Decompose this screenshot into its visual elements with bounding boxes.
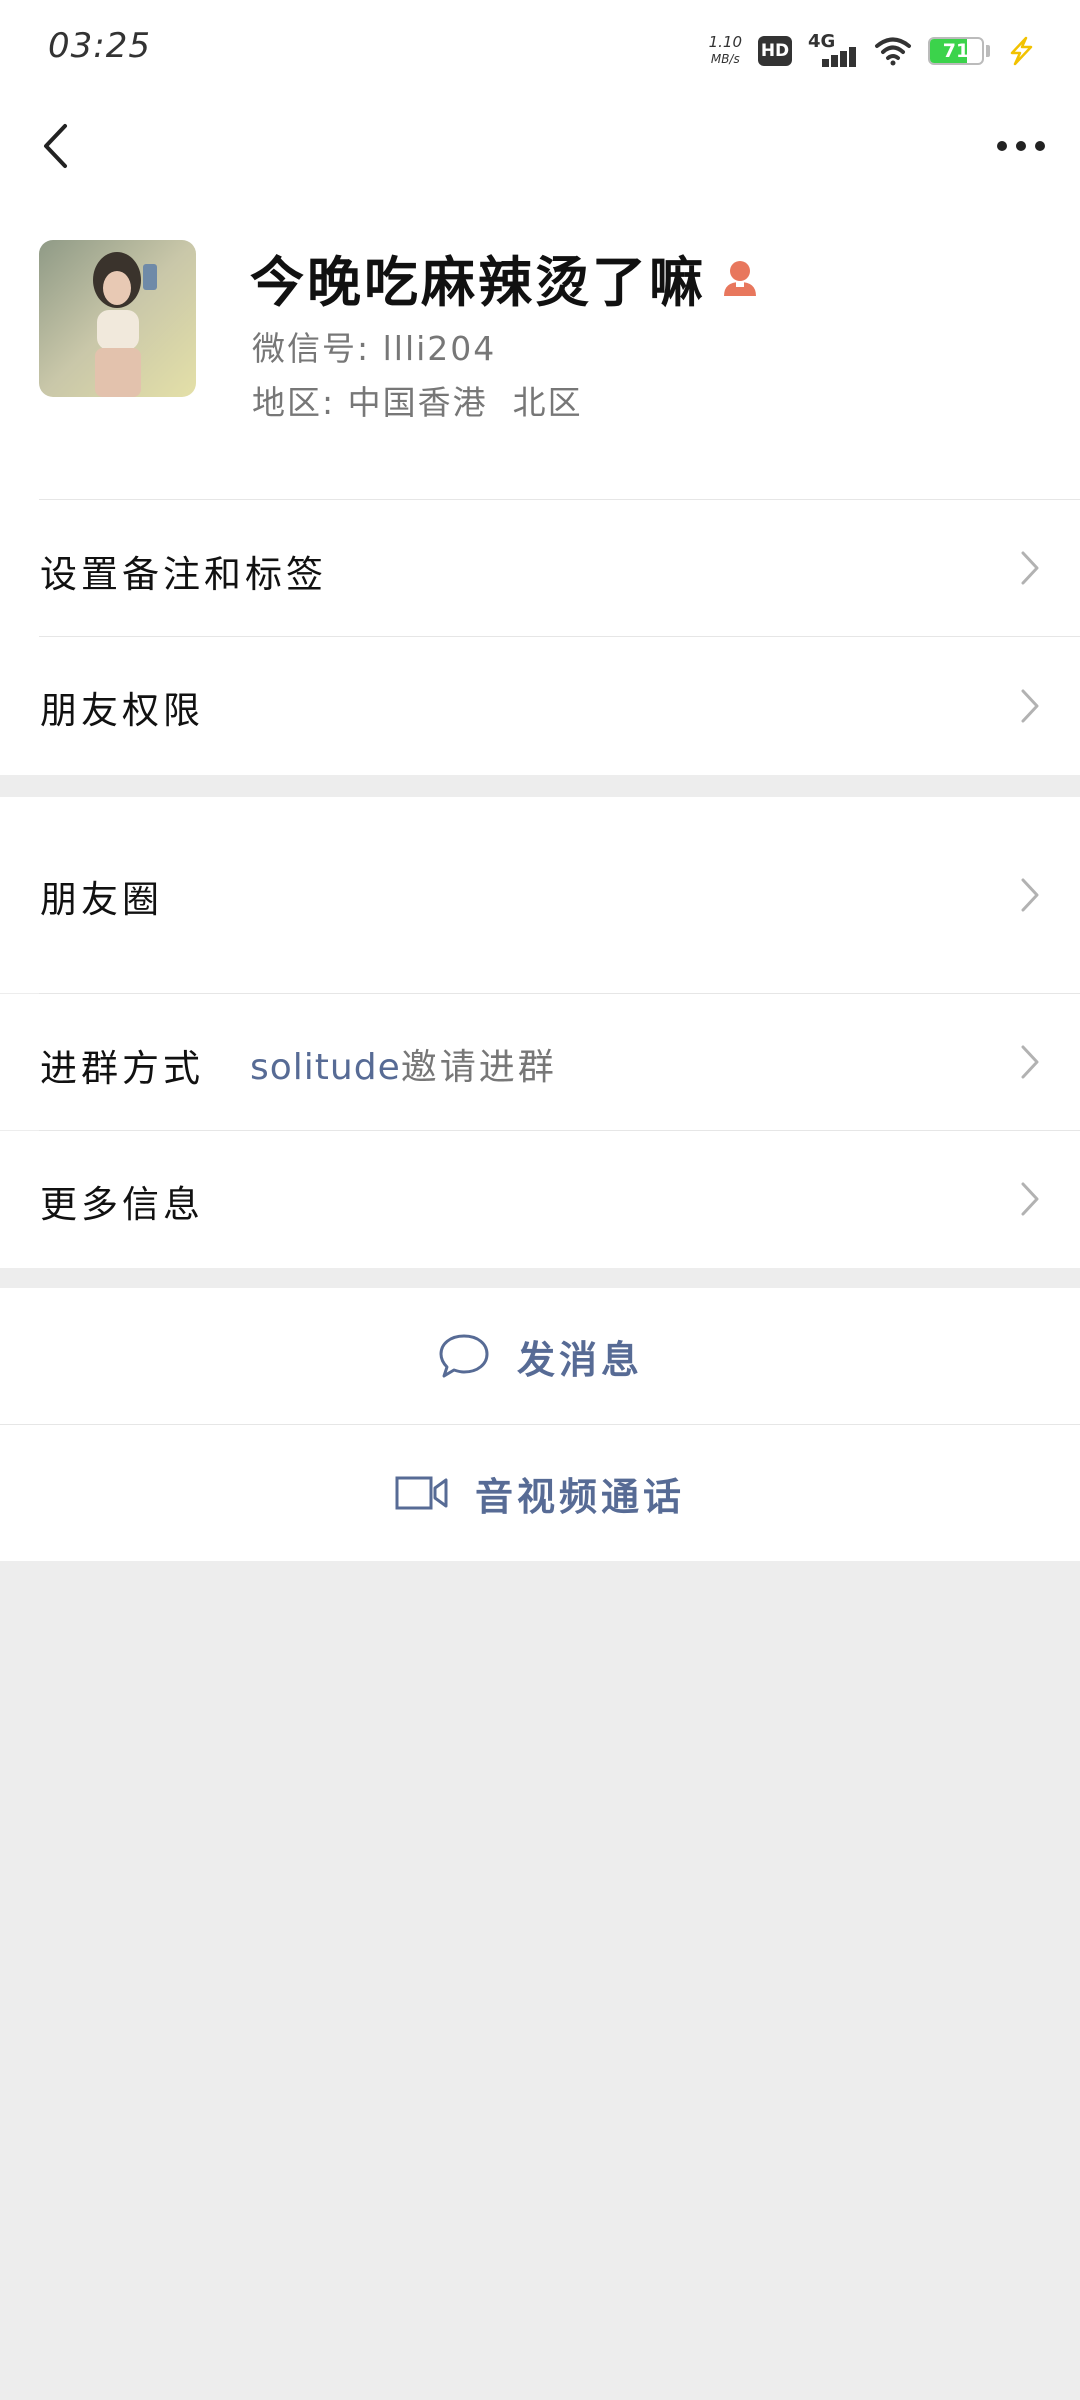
chevron-right-icon [1021,1182,1039,1216]
contact-profile-page: 03:25 1.10 MB/s HD 4G 71 今晚吃麻辣烫了嘛 微信号: l… [0,0,1080,2400]
friend-permissions-label: 朋友权限 [40,689,204,732]
charging-icon [1010,36,1033,66]
status-icons: 1.10 MB/s HD 4G 71 [709,30,1036,72]
av-call-label: 音视频通话 [474,1474,685,1519]
more-button[interactable] [986,118,1056,174]
profile-name: 今晚吃麻辣烫了嘛 [250,251,706,314]
remark-and-tags-label: 设置备注和标签 [40,553,327,596]
network-type-label: 4G [808,31,836,52]
network-speed-unit: MB/s [710,52,740,66]
wifi-icon [875,37,911,66]
join-method-label: 进群方式 [40,1047,204,1090]
chat-bubble-icon [439,1334,489,1378]
av-call-button[interactable]: 音视频通话 [0,1425,1080,1561]
video-camera-icon [395,1476,448,1510]
back-chevron-icon [44,124,67,168]
back-button[interactable] [28,118,84,174]
network-speed-value: 1.10 [708,33,742,51]
moments-row[interactable]: 朋友圈 [0,797,1080,993]
hd-icon: HD [758,36,792,66]
avatar-photo [39,240,196,397]
navigation-bar [0,100,1080,190]
profile-name-row: 今晚吃麻辣烫了嘛 [250,238,760,317]
battery-tip [986,45,990,57]
section-separator [0,1268,1080,1288]
battery-icon: 71 [928,37,984,65]
battery-percent: 71 [942,40,970,62]
join-method-value: solitude邀请进群 [250,1038,557,1090]
status-time: 03:25 [48,26,151,66]
status-bar: 03:25 1.10 MB/s HD 4G 71 [0,0,1080,100]
more-info-label: 更多信息 [40,1183,204,1226]
chevron-right-icon [1021,551,1039,585]
network-speed: 1.10 MB/s [709,34,742,68]
send-message-label: 发消息 [516,1337,643,1382]
inviter-name[interactable]: solitude [250,1047,401,1088]
wechat-id: 微信号: llli204 [252,329,497,368]
moments-label: 朋友圈 [40,878,163,921]
send-message-button[interactable]: 发消息 [0,1288,1080,1424]
friend-permissions-row[interactable]: 朋友权限 [0,637,1080,775]
more-dots-icon [997,141,1045,151]
signal-icon: 4G [808,31,858,69]
chevron-right-icon [1021,689,1039,723]
more-info-row[interactable]: 更多信息 [0,1131,1080,1268]
chevron-right-icon [1021,878,1039,912]
join-method-row[interactable]: 进群方式 solitude邀请进群 [0,994,1080,1130]
avatar[interactable] [39,240,196,397]
section-separator [0,775,1080,797]
join-method-suffix: 邀请进群 [400,1047,557,1088]
chevron-right-icon [1021,1045,1039,1079]
region: 地区: 中国香港 北区 [252,383,583,422]
female-icon [724,260,756,296]
remark-and-tags-row[interactable]: 设置备注和标签 [0,500,1080,636]
